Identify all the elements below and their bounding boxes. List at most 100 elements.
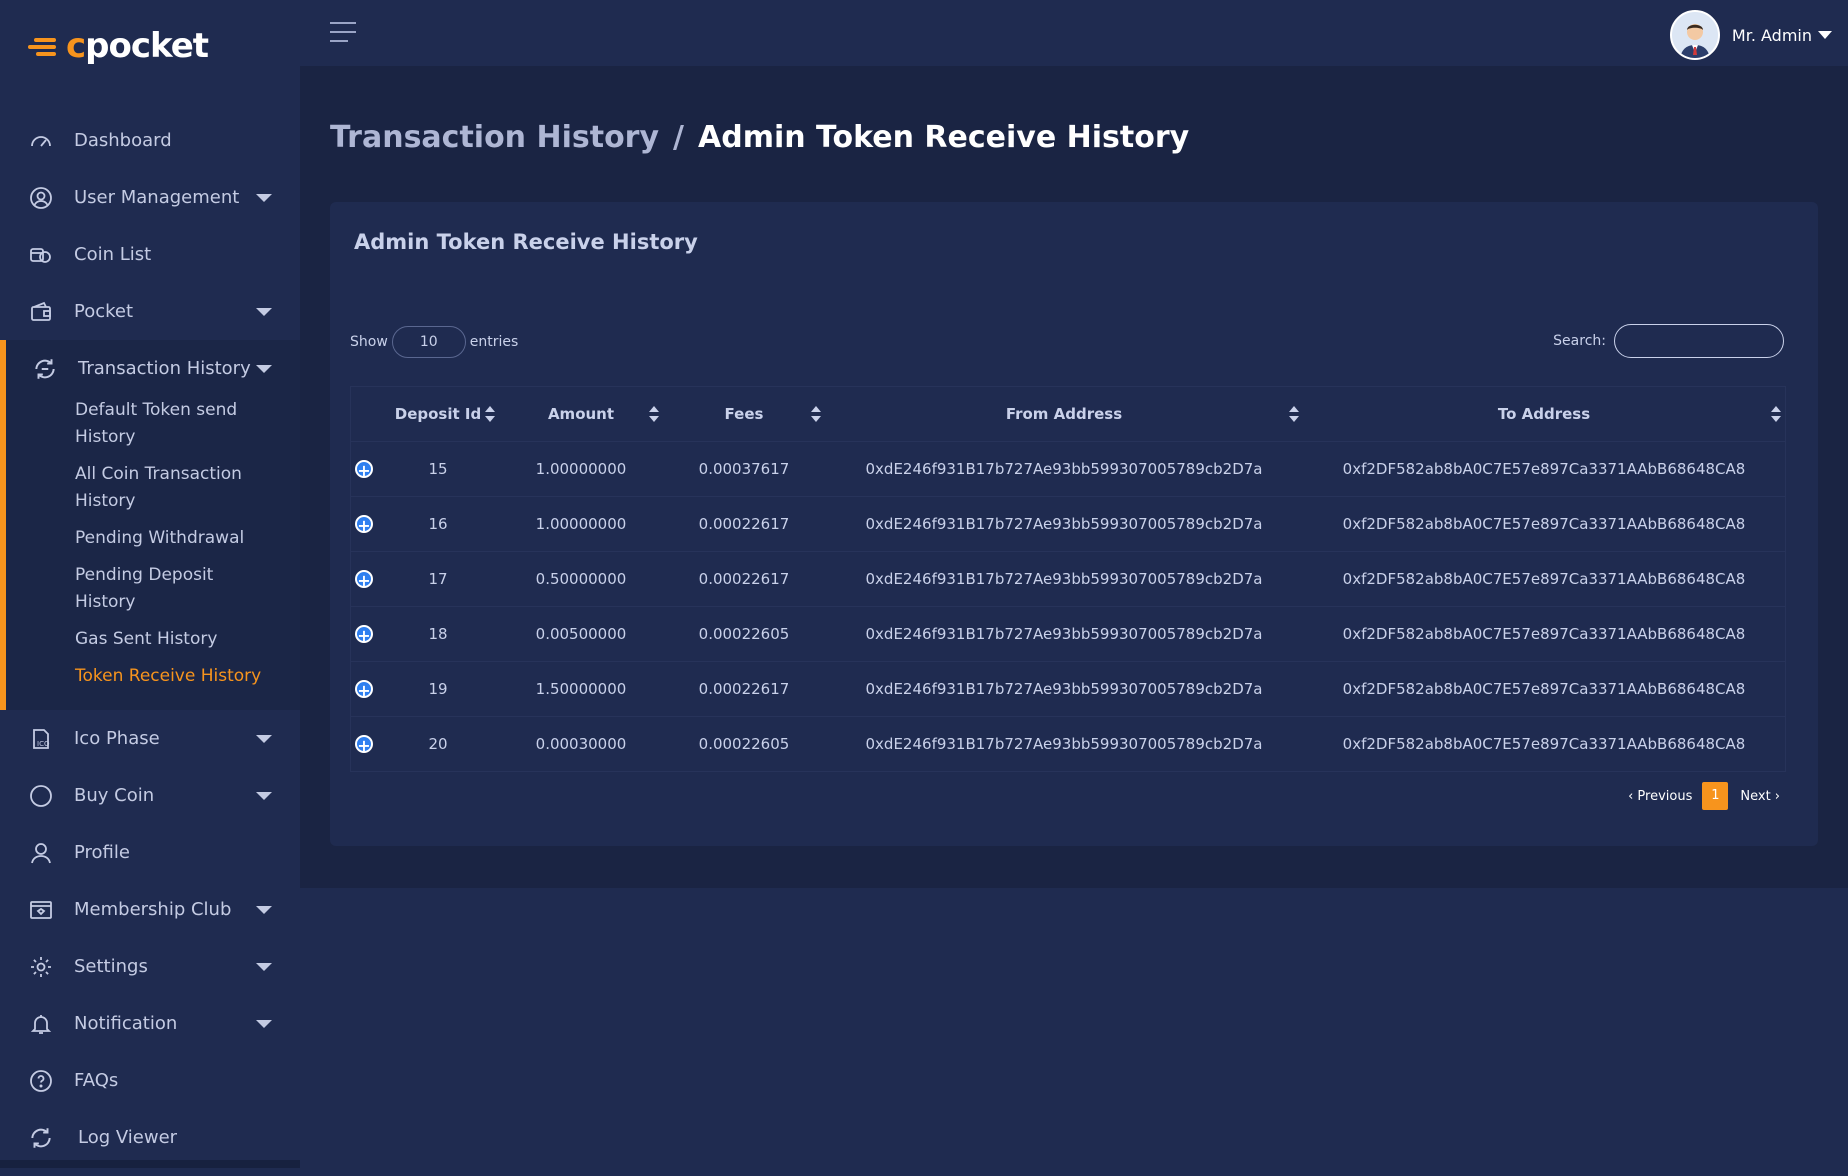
previous-page-button[interactable]: ‹ Previous	[1628, 789, 1692, 804]
wallet-icon	[28, 299, 54, 325]
chevron-down-icon	[256, 962, 272, 971]
sidebar-item-coin-list[interactable]: Coin List	[0, 226, 300, 283]
sidebar-item-faqs[interactable]: FAQs	[0, 1052, 300, 1109]
sidebar-item-profile[interactable]: Profile	[0, 824, 300, 881]
sidebar-item-membership-club[interactable]: Membership Club	[0, 881, 300, 938]
chevron-down-icon	[256, 364, 272, 373]
sidebar-item-transaction-history[interactable]: Transaction History	[6, 340, 300, 397]
coins-icon	[28, 242, 54, 268]
sidebar-item-label: Settings	[74, 956, 148, 977]
cell-from-address: 0xdE246f931B17b727Ae93bb599307005789cb2D…	[865, 515, 1263, 533]
pagination: ‹ Previous 1 Next ›	[1628, 782, 1780, 810]
user-name: Mr. Admin	[1731, 25, 1812, 45]
cell-amount: 0.00030000	[535, 735, 627, 753]
circle-icon	[28, 783, 54, 809]
page-number-button[interactable]: 1	[1702, 782, 1729, 810]
sort-icon	[811, 406, 821, 422]
history-card: Admin Token Receive History Show 10 entr…	[330, 202, 1818, 846]
cell-amount: 0.00500000	[535, 625, 627, 643]
sidebar-item-label: Ico Phase	[74, 728, 160, 749]
cell-deposit-id: 18	[428, 625, 448, 643]
user-menu[interactable]: Mr. Admin	[1669, 10, 1832, 60]
entries-select[interactable]: 10	[391, 326, 466, 358]
column-header-to-address[interactable]: To Address	[1303, 405, 1785, 423]
column-header-fees[interactable]: Fees	[663, 405, 825, 423]
submenu-default-token-send-history[interactable]: Default Token send History	[6, 397, 300, 451]
plus-circle-icon[interactable]: +	[355, 515, 373, 534]
cell-from-address: 0xdE246f931B17b727Ae93bb599307005789cb2D…	[865, 625, 1263, 643]
sidebar-item-user-management[interactable]: User Management	[0, 169, 300, 226]
table-row: + 16 1.00000000 0.00022617 0xdE246f931B1…	[351, 497, 1785, 552]
ico-document-icon: ICO	[28, 726, 54, 752]
sidebar-item-notification[interactable]: Notification	[0, 995, 300, 1052]
sidebar-nav: Dashboard User Management Coin List Pock…	[0, 112, 300, 1166]
sidebar-item-ico-phase[interactable]: ICO Ico Phase	[0, 710, 300, 767]
cell-amount: 1.00000000	[535, 460, 627, 478]
chevron-down-icon	[256, 307, 272, 316]
chevron-down-icon	[256, 193, 272, 202]
brand-logo[interactable]: cpocket	[28, 24, 209, 68]
cell-fees: 0.00022605	[698, 735, 790, 753]
cell-deposit-id: 16	[428, 515, 448, 533]
cell-deposit-id: 20	[428, 735, 448, 753]
table-row: + 20 0.00030000 0.00022605 0xdE246f931B1…	[351, 717, 1785, 771]
cell-from-address: 0xdE246f931B17b727Ae93bb599307005789cb2D…	[865, 680, 1263, 698]
membership-card-icon	[28, 897, 54, 923]
svg-text:ICO: ICO	[37, 740, 50, 748]
submenu-all-coin-transaction-history[interactable]: All Coin Transaction History	[6, 461, 300, 515]
plus-circle-icon[interactable]: +	[355, 460, 373, 479]
submenu-pending-withdrawal[interactable]: Pending Withdrawal	[6, 525, 300, 552]
chevron-down-icon	[256, 1019, 272, 1028]
plus-circle-icon[interactable]: +	[355, 680, 373, 699]
user-icon	[28, 840, 54, 866]
logo-speed-icon	[28, 32, 64, 60]
cell-to-address: 0xf2DF582ab8bA0C7E57e897Ca3371AAbB68648C…	[1342, 570, 1746, 588]
sidebar-item-label: Notification	[74, 1013, 178, 1034]
submenu-token-receive-history[interactable]: Token Receive History	[6, 663, 300, 690]
table-header-row: Deposit Id Amount Fees From Address To A…	[351, 387, 1785, 442]
sidebar-item-log-viewer[interactable]: Log Viewer	[0, 1109, 300, 1166]
entries-label: entries	[469, 334, 519, 350]
sidebar-footer-strip	[0, 1160, 300, 1168]
show-label: Show	[350, 334, 388, 350]
log-icon	[28, 1125, 54, 1151]
submenu-pending-deposit-history[interactable]: Pending Deposit History	[6, 562, 300, 616]
cell-to-address: 0xf2DF582ab8bA0C7E57e897Ca3371AAbB68648C…	[1342, 515, 1746, 533]
breadcrumb: Transaction History / Admin Token Receive …	[330, 120, 1189, 155]
next-page-button[interactable]: Next ›	[1740, 789, 1780, 804]
column-header-from-address[interactable]: From Address	[825, 405, 1303, 423]
cell-from-address: 0xdE246f931B17b727Ae93bb599307005789cb2D…	[865, 460, 1263, 478]
cell-amount: 1.50000000	[535, 680, 627, 698]
user-circle-icon	[28, 185, 54, 211]
cell-fees: 0.00022617	[698, 570, 790, 588]
column-header-amount[interactable]: Amount	[499, 405, 663, 423]
breadcrumb-parent[interactable]: Transaction History	[330, 120, 659, 155]
sort-icon	[485, 406, 495, 422]
plus-circle-icon[interactable]: +	[355, 735, 373, 754]
cell-to-address: 0xf2DF582ab8bA0C7E57e897Ca3371AAbB68648C…	[1342, 680, 1746, 698]
avatar	[1669, 10, 1720, 60]
plus-circle-icon[interactable]: +	[355, 570, 373, 589]
speedometer-icon	[28, 128, 54, 154]
chevron-down-icon	[256, 734, 272, 743]
column-header-deposit-id[interactable]: Deposit Id	[377, 405, 499, 423]
search-input[interactable]	[1614, 324, 1784, 358]
sidebar-item-pocket[interactable]: Pocket	[0, 283, 300, 340]
sidebar-item-buy-coin[interactable]: Buy Coin	[0, 767, 300, 824]
table-row: + 17 0.50000000 0.00022617 0xdE246f931B1…	[351, 552, 1785, 607]
sort-icon	[649, 406, 659, 422]
submenu-gas-sent-history[interactable]: Gas Sent History	[6, 626, 300, 653]
card-title: Admin Token Receive History	[354, 230, 698, 254]
cell-fees: 0.00022605	[698, 625, 790, 643]
hamburger-menu-icon[interactable]	[330, 22, 356, 42]
sidebar-item-settings[interactable]: Settings	[0, 938, 300, 995]
sidebar-item-dashboard[interactable]: Dashboard	[0, 112, 300, 169]
search-label: Search:	[1553, 333, 1606, 349]
sidebar-item-label: Buy Coin	[74, 785, 155, 806]
sidebar-item-label: User Management	[74, 187, 240, 208]
table-row: + 15 1.00000000 0.00037617 0xdE246f931B1…	[351, 442, 1785, 497]
page-title: Admin Token Receive History	[698, 120, 1190, 155]
plus-circle-icon[interactable]: +	[355, 625, 373, 644]
sidebar-item-label: Dashboard	[74, 130, 172, 151]
cell-deposit-id: 15	[428, 460, 448, 478]
